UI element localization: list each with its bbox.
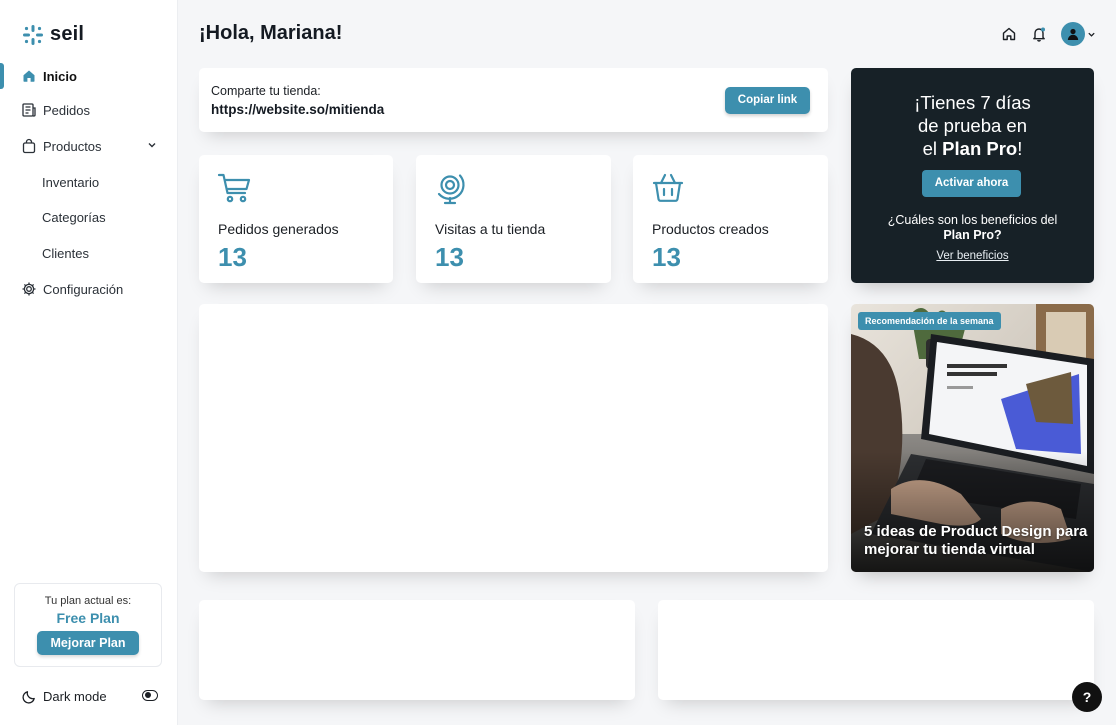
active-indicator [0, 63, 4, 89]
user-menu[interactable] [1061, 22, 1096, 46]
stat-value: 13 [652, 242, 681, 272]
plan-current-label: Tu plan actual es: [44, 595, 132, 607]
gear-icon [21, 281, 37, 297]
stat-card-orders: Pedidos generados 13 [199, 155, 393, 283]
plan-name: Free Plan [56, 610, 120, 626]
store-url[interactable]: https://website.so/mitienda [211, 102, 384, 117]
stat-value: 13 [435, 242, 464, 272]
avatar[interactable] [1061, 22, 1085, 46]
header-actions [1001, 22, 1096, 46]
recommendation-badge: Recomendación de la semana [858, 312, 1001, 330]
activate-now-button[interactable]: Activar ahora [922, 170, 1021, 197]
stat-value: 13 [218, 242, 247, 272]
sidebar-subitem-categorias[interactable]: Categorías [42, 210, 106, 225]
sidebar-item-label: Inicio [43, 68, 77, 84]
stat-card-visits: Visitas a tu tienda 13 [416, 155, 611, 283]
bag-icon [21, 138, 37, 154]
copy-link-button[interactable]: Copiar link [725, 87, 810, 114]
share-label: Comparte tu tienda: [211, 84, 321, 98]
home-icon[interactable] [1001, 26, 1017, 42]
receipt-icon [21, 102, 37, 118]
stat-title: Productos creados [652, 221, 769, 237]
brand-logo[interactable]: seil [22, 23, 84, 46]
sidebar-item-configuracion[interactable]: Configuración [0, 274, 178, 304]
promo-plan-name: Plan Pro [942, 138, 1018, 159]
logo-icon [23, 24, 43, 45]
chevron-down-icon[interactable] [1087, 30, 1096, 39]
cart-icon [217, 173, 251, 203]
basket-icon [652, 173, 684, 202]
stat-card-products: Productos creados 13 [633, 155, 828, 283]
sidebar-item-productos[interactable]: Productos [0, 131, 178, 161]
dark-mode-row: Dark mode [22, 687, 162, 705]
sidebar-subitem-clientes[interactable]: Clientes [42, 246, 89, 261]
promo-line: de prueba en [917, 115, 1028, 136]
brand-name: seil [50, 23, 85, 45]
plan-card: Tu plan actual es: Free Plan Mejorar Pla… [14, 583, 162, 667]
recommendation-title: 5 ideas de Product Design para mejorar t… [864, 523, 1088, 558]
sidebar: seil Inicio Pedidos Productos Inventario… [0, 0, 178, 725]
promo-question: ¿Cuáles son los beneficios del Plan Pro? [851, 213, 1094, 243]
moon-icon [22, 690, 35, 704]
promo-line: ¡Tienes 7 días [914, 92, 1031, 113]
sidebar-item-inicio[interactable]: Inicio [0, 61, 178, 91]
share-store-card: Comparte tu tienda: https://website.so/m… [199, 68, 828, 132]
recommendation-card[interactable]: Recomendación de la semana 5 ideas de Pr… [851, 304, 1094, 572]
stat-title: Visitas a tu tienda [435, 221, 546, 237]
sidebar-item-label: Configuración [43, 281, 124, 297]
sidebar-item-label: Pedidos [43, 102, 90, 118]
page-title: ¡Hola, Mariana! [199, 22, 343, 44]
sidebar-item-label: Productos [43, 138, 102, 154]
bottom-card-left [199, 600, 635, 700]
help-button[interactable]: ? [1072, 682, 1102, 712]
sidebar-item-pedidos[interactable]: Pedidos [0, 95, 178, 125]
home-icon [21, 68, 37, 84]
main-content-card [199, 304, 828, 572]
promo-question-text: ¿Cuáles son los beneficios del [887, 213, 1058, 227]
dark-mode-label: Dark mode [43, 688, 107, 704]
promo-question-plan: Plan Pro? [943, 228, 1002, 242]
bell-icon[interactable] [1031, 26, 1047, 42]
promo-text: ! [1017, 138, 1023, 159]
chevron-down-icon[interactable] [146, 139, 158, 151]
globe-icon [437, 174, 465, 205]
sidebar-subitem-inventario[interactable]: Inventario [42, 175, 99, 190]
promo-line: el Plan Pro! [851, 137, 1094, 160]
trial-promo-card: ¡Tienes 7 días de prueba en el Plan Pro!… [851, 68, 1094, 283]
promo-text: el [922, 138, 943, 159]
bottom-card-right [658, 600, 1094, 700]
stat-title: Pedidos generados [218, 221, 339, 237]
user-icon [1067, 28, 1079, 40]
view-benefits-link[interactable]: Ver beneficios [851, 250, 1094, 262]
promo-title: ¡Tienes 7 días de prueba en el Plan Pro! [851, 91, 1094, 160]
upgrade-plan-button[interactable]: Mejorar Plan [37, 631, 139, 655]
dark-mode-toggle[interactable] [142, 690, 158, 701]
